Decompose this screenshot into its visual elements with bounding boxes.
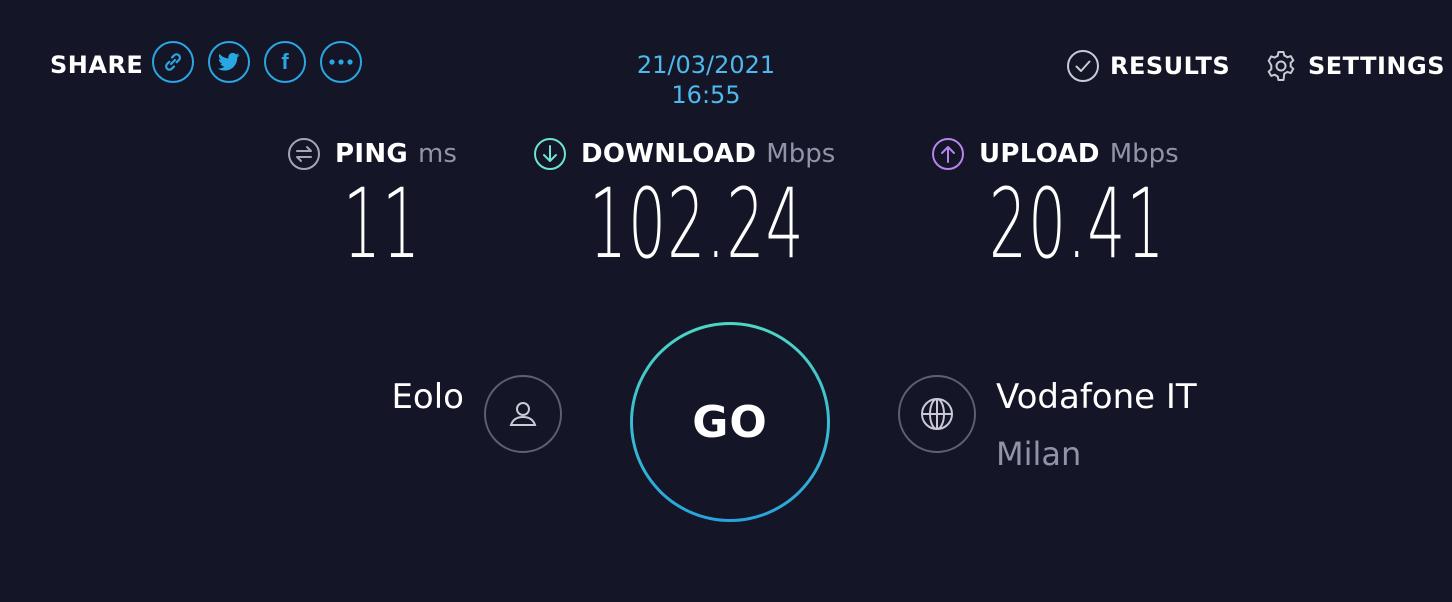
upload-unit: Mbps	[1109, 139, 1179, 169]
user-icon	[509, 402, 537, 426]
share-facebook-button[interactable]: f	[264, 41, 306, 83]
twitter-icon	[218, 52, 240, 71]
share-twitter-button[interactable]	[208, 41, 250, 83]
globe-icon	[921, 398, 953, 430]
isp-name: Eolo	[391, 377, 464, 417]
settings-label: SETTINGS	[1308, 52, 1445, 80]
download-arrow-icon	[534, 138, 566, 170]
upload-value: 20.41	[989, 168, 1166, 280]
ping-unit: ms	[418, 139, 457, 169]
upload-arrow-icon	[932, 138, 964, 170]
results-link[interactable]: RESULTS	[1066, 48, 1230, 84]
ping-metric: PING ms 11	[287, 136, 457, 272]
check-circle-icon	[1067, 50, 1099, 82]
server-location: Milan	[996, 435, 1082, 473]
upload-label: UPLOAD	[979, 139, 1100, 169]
go-button[interactable]: GO	[630, 322, 830, 522]
server-button[interactable]	[898, 375, 976, 453]
facebook-icon: f	[281, 49, 289, 74]
download-label: DOWNLOAD	[581, 139, 757, 169]
more-icon	[329, 59, 353, 65]
gear-icon	[1267, 51, 1295, 81]
download-unit: Mbps	[766, 139, 836, 169]
ping-value: 11	[343, 168, 422, 280]
download-metric: DOWNLOAD Mbps 102.24	[533, 136, 836, 272]
settings-link[interactable]: SETTINGS	[1264, 48, 1445, 84]
server-name[interactable]: Vodafone IT	[996, 376, 1197, 418]
go-label: GO	[692, 396, 768, 448]
share-link-button[interactable]	[152, 41, 194, 83]
test-timestamp: 21/03/2021 16:55	[636, 51, 776, 109]
ping-icon	[288, 138, 320, 170]
link-icon	[165, 53, 181, 71]
upload-metric: UPLOAD Mbps 20.41	[931, 136, 1179, 272]
isp-button[interactable]	[484, 375, 562, 453]
share-more-button[interactable]	[320, 41, 362, 83]
download-value: 102.24	[589, 168, 805, 280]
share-label: SHARE	[50, 51, 144, 79]
speedtest-page: SHARE f 21/03/2021 16:55 RESULTS SETTING…	[0, 0, 1452, 602]
ping-label: PING	[335, 139, 409, 169]
results-label: RESULTS	[1110, 52, 1231, 80]
